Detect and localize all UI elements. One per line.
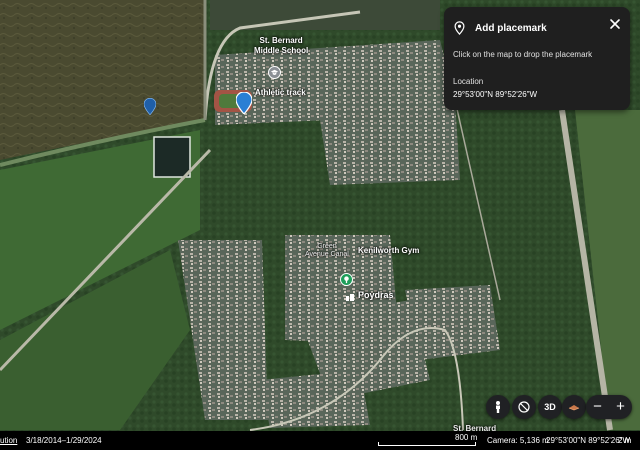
elevation: 2 m (618, 436, 632, 445)
panel-header: Add placemark (454, 21, 547, 35)
scale-bar (378, 442, 476, 446)
layers-button[interactable] (562, 395, 586, 419)
location-coordinates: 29°53'00"N 89°52'26"W (453, 90, 538, 99)
pegman-button[interactable] (486, 395, 510, 419)
close-icon[interactable] (608, 17, 622, 31)
poydras-label: Poydras (358, 290, 394, 300)
add-placemark-panel: Add placemark Click on the map to drop t… (444, 7, 630, 110)
athletic-track-label: Athletic track (255, 88, 306, 97)
panel-instruction: Click on the map to drop the placemark (453, 50, 593, 59)
zoom-out-button[interactable]: − (586, 395, 609, 419)
placemark-pin-icon[interactable] (236, 92, 252, 114)
3d-button[interactable]: 3D (538, 395, 562, 419)
compass-button[interactable] (512, 395, 536, 419)
kenilworth-gym-label: Kenilworth Gym (358, 246, 420, 255)
status-bar: ution 3/18/2014–1/29/2024 800 m Camera: … (0, 431, 640, 450)
town-icon (345, 289, 355, 301)
3d-label: 3D (544, 402, 556, 412)
school-label: St. Bernard Middle School (254, 36, 308, 56)
school-label-line2: Middle School (254, 46, 309, 55)
school-label-line1: St. Bernard (259, 36, 303, 45)
top-strip (210, 0, 440, 30)
layers-icon (568, 405, 580, 411)
school-poi[interactable] (268, 66, 281, 79)
gym-icon (340, 273, 353, 286)
attribution-link[interactable]: ution (0, 436, 17, 445)
compass-icon (518, 401, 530, 413)
camera-altitude: Camera: 5,136 m (487, 436, 549, 445)
zoom-control: − + (586, 395, 632, 419)
dropped-placemark-icon[interactable] (144, 98, 156, 115)
kenilworth-gym-poi[interactable]: Kenilworth Gym (340, 246, 419, 255)
panel-title: Add placemark (475, 22, 547, 34)
placemark-icon (454, 21, 465, 35)
poydras-poi[interactable] (340, 273, 353, 286)
imagery-dates: 3/18/2014–1/29/2024 (26, 436, 102, 445)
school-icon (268, 66, 281, 79)
pegman-icon (496, 401, 500, 413)
zoom-in-button[interactable]: + (609, 395, 632, 419)
pond (153, 136, 191, 178)
residential-lower (260, 370, 370, 428)
scale-label: 800 m (455, 433, 478, 442)
location-label: Location (453, 77, 484, 86)
